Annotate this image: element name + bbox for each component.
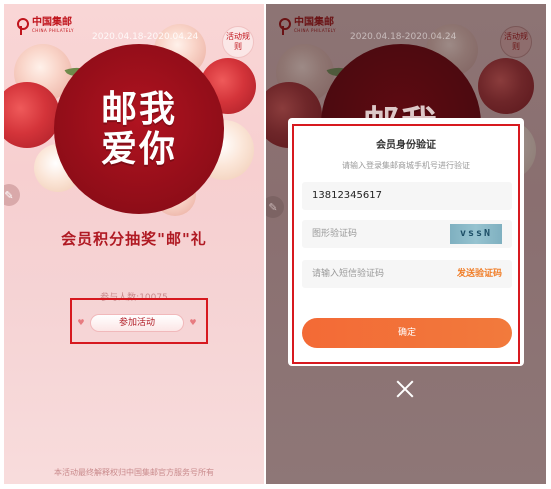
rules-button[interactable]: 活动规则 <box>222 26 254 58</box>
left-screen: 邮我 爱你 中国集邮 CHINA PHILATELY 2020.04.18-20… <box>4 4 264 484</box>
captcha-image[interactable]: vssN <box>450 224 502 244</box>
captcha-input[interactable]: 图形验证码 vssN <box>302 220 512 248</box>
logo-name: 中国集邮 <box>294 16 334 28</box>
logo-sub: CHINA PHILATELY <box>32 27 74 33</box>
confirm-button[interactable]: 确定 <box>302 318 512 348</box>
captcha-placeholder: 图形验证码 <box>312 229 358 239</box>
modal-hint: 请输入登录集邮商城手机号进行验证 <box>342 161 470 170</box>
join-button[interactable]: ♥ 参加活动 ♥ <box>77 314 197 332</box>
logo-name: 中国集邮 <box>32 16 72 28</box>
china-post-logo: 中国集邮 CHINA PHILATELY <box>276 14 336 36</box>
banner-circle: 邮我 爱你 <box>54 44 224 214</box>
logo-sub: CHINA PHILATELY <box>294 27 336 33</box>
heart-icon: ♥ <box>77 318 85 327</box>
date-range: 2020.04.18-2020.04.24 <box>92 32 199 42</box>
rules-button[interactable]: 活动规则 <box>500 26 532 58</box>
screenshot-root: 邮我 爱你 中国集邮 CHINA PHILATELY 2020.04.18-20… <box>0 0 551 489</box>
verification-modal: 会员身份验证 请输入登录集邮商城手机号进行验证 13812345617 图形验证… <box>288 118 524 366</box>
china-post-logo: 中国集邮 CHINA PHILATELY <box>14 14 74 36</box>
subtitle: 会员积分抽奖"邮"礼 <box>61 230 207 248</box>
modal-title: 会员身份验证 <box>376 140 436 151</box>
participants-count: 参与人数:10075 <box>100 293 168 303</box>
sms-placeholder: 请输入短信验证码 <box>312 269 385 279</box>
banner-line-2: 爱你 <box>100 128 177 170</box>
rose-decoration <box>478 58 534 114</box>
banner-line-1: 邮我 <box>100 88 177 130</box>
send-sms-button[interactable]: 发送验证码 <box>457 260 502 288</box>
close-icon[interactable] <box>394 378 416 400</box>
heart-icon: ♥ <box>189 318 197 327</box>
phone-input[interactable]: 13812345617 <box>302 182 512 210</box>
sms-code-input[interactable]: 请输入短信验证码 发送验证码 <box>302 260 512 288</box>
footer-text: 本活动最终解释权归中国集邮官方服务号所有 <box>54 468 214 477</box>
join-button-label: 参加活动 <box>118 318 155 328</box>
edit-icon[interactable]: ✎ <box>4 184 20 206</box>
china-post-logo-icon <box>14 14 29 36</box>
edit-icon[interactable]: ✎ <box>266 196 284 218</box>
china-post-logo-icon <box>276 14 291 36</box>
date-range: 2020.04.18-2020.04.24 <box>350 32 457 42</box>
